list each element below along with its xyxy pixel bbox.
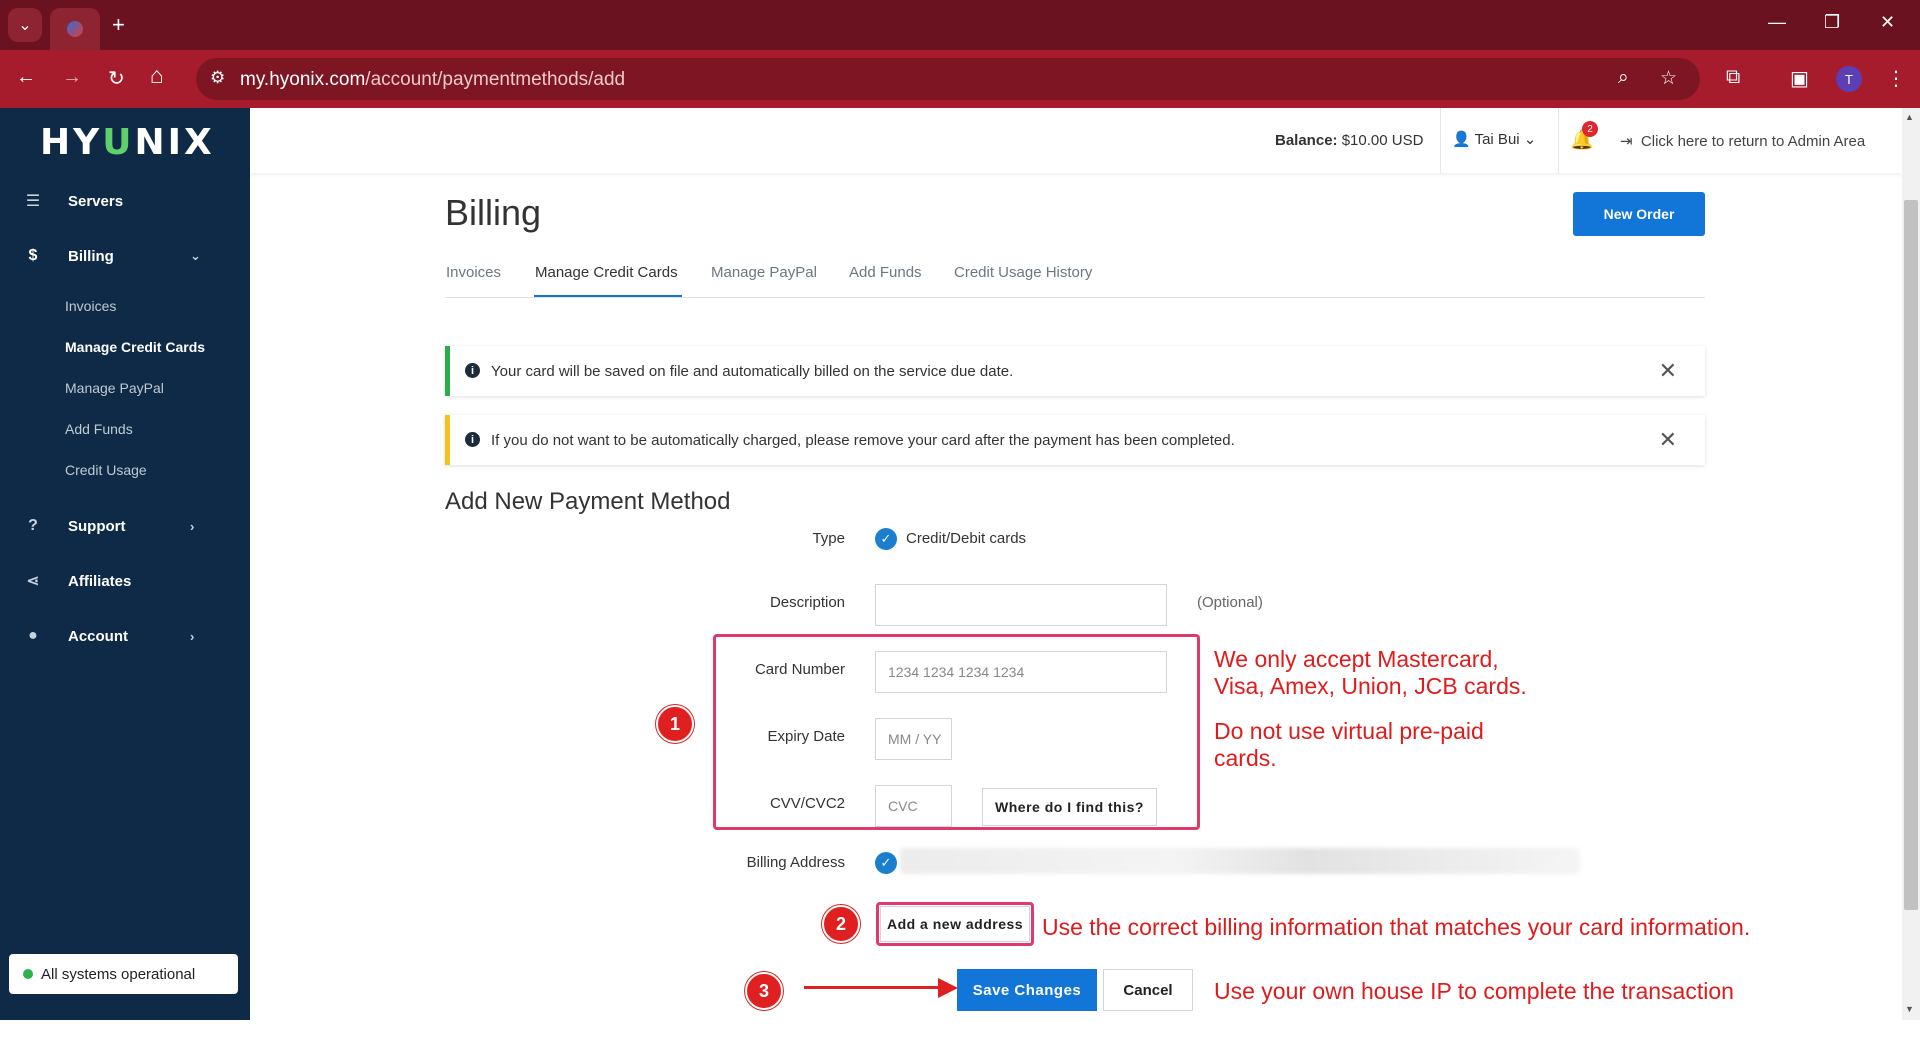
step-1-marker: 1 — [656, 705, 694, 743]
browser-tab-strip: ⌄ + — ❐ ✕ — [0, 0, 1920, 50]
servers-icon: ☰ — [25, 193, 41, 210]
note-house-ip: Use your own house IP to complete the tr… — [1214, 978, 1734, 1004]
bookmark-star-icon[interactable]: ☆ — [1660, 67, 1677, 90]
return-to-admin-link[interactable]: ⇥ Click here to return to Admin Area — [1620, 132, 1865, 150]
account-balance: Balance: $10.00 USD — [1275, 132, 1424, 149]
new-tab-button[interactable]: + — [112, 12, 125, 38]
maximize-button[interactable]: ❐ — [1824, 12, 1840, 33]
tab-add-funds[interactable]: Add Funds — [849, 264, 922, 281]
add-address-highlight — [876, 902, 1034, 946]
close-icon[interactable]: ✕ — [1659, 427, 1677, 453]
info-icon: i — [465, 432, 480, 447]
active-tab-indicator — [534, 295, 682, 297]
type-value: Credit/Debit cards — [906, 530, 1027, 547]
tab-invoices[interactable]: Invoices — [446, 264, 501, 281]
sidebar: HYUNIX ☰ Servers $ Billing ⌄ Invoices Ma… — [0, 108, 250, 1020]
cancel-button[interactable]: Cancel — [1103, 969, 1193, 1011]
note-billing-info: Use the correct billing information that… — [1042, 914, 1751, 940]
browser-menu-icon[interactable]: ⋮ — [1886, 66, 1906, 91]
type-selected-check-icon[interactable]: ✓ — [875, 528, 897, 550]
close-window-button[interactable]: ✕ — [1880, 12, 1895, 33]
extensions-icon[interactable]: ⧉ — [1726, 66, 1740, 89]
sidebar-item-billing[interactable]: $ Billing ⌄ — [0, 236, 250, 276]
address-bar[interactable]: ⚙ my.hyonix.com/account/paymentmethods/a… — [196, 58, 1700, 100]
notification-count-badge: 2 — [1582, 121, 1598, 137]
billing-address-selected-check-icon[interactable]: ✓ — [875, 852, 897, 874]
user-menu[interactable]: 👤 Tai Bui ⌄ — [1452, 130, 1536, 148]
info-icon: i — [465, 363, 480, 378]
top-header: Balance: $10.00 USD 👤 Tai Bui ⌄ 🔔 2 ⇥ Cl… — [250, 108, 1902, 173]
browser-tab[interactable] — [50, 8, 100, 50]
chevron-right-icon: › — [190, 628, 195, 644]
chevron-right-icon: › — [190, 518, 195, 534]
sign-out-icon: ⇥ — [1620, 133, 1633, 150]
sidebar-subitem-invoices[interactable]: Invoices — [65, 298, 116, 314]
scroll-up-arrow-icon[interactable]: ▲ — [1905, 112, 1914, 122]
status-dot-icon — [23, 969, 33, 979]
reload-button[interactable]: ↻ — [108, 66, 125, 91]
help-icon: ? — [28, 517, 38, 534]
share-icon: ⋖ — [26, 573, 40, 590]
tab-manage-paypal[interactable]: Manage PayPal — [711, 264, 817, 281]
sidebar-subitem-manage-paypal[interactable]: Manage PayPal — [65, 380, 164, 396]
minimize-button[interactable]: — — [1768, 12, 1786, 33]
home-button[interactable]: ⌂ — [150, 62, 164, 89]
scroll-down-arrow-icon[interactable]: ▼ — [1905, 1004, 1914, 1014]
description-optional-hint: (Optional) — [1197, 594, 1263, 611]
back-button[interactable]: ← — [16, 66, 36, 89]
sidebar-item-account[interactable]: ● Account › — [0, 616, 250, 656]
arrow-to-save — [804, 986, 939, 989]
tab-search-chevron-icon[interactable]: ⌄ — [8, 8, 42, 42]
tab-manage-credit-cards[interactable]: Manage Credit Cards — [535, 264, 678, 281]
billing-address-label: Billing Address — [746, 854, 845, 871]
section-title: Add New Payment Method — [445, 488, 731, 515]
new-order-button[interactable]: New Order — [1573, 192, 1705, 236]
dollar-icon: $ — [28, 247, 38, 264]
profile-avatar[interactable]: T — [1836, 66, 1862, 92]
forward-button[interactable]: → — [62, 66, 82, 89]
step-2-marker: 2 — [822, 905, 860, 943]
user-icon: 👤 — [1452, 131, 1471, 148]
hyonix-logo[interactable]: HYUNIX — [40, 122, 215, 163]
site-favicon-icon — [67, 21, 83, 37]
page-title: Billing — [445, 192, 542, 233]
header-divider — [1440, 108, 1441, 173]
site-settings-icon[interactable]: ⚙ — [210, 68, 225, 88]
browser-toolbar: ← → ↻ ⌂ ⚙ my.hyonix.com/account/paymentm… — [0, 50, 1920, 108]
tab-credit-usage-history[interactable]: Credit Usage History — [954, 264, 1092, 281]
blurred-address — [900, 848, 1580, 874]
sidebar-item-affiliates[interactable]: ⋖ Affiliates — [0, 561, 250, 601]
alert-remove-card-warning: i If you do not want to be automatically… — [445, 415, 1705, 465]
sidebar-subitem-manage-credit-cards[interactable]: Manage Credit Cards — [65, 339, 205, 355]
card-fields-highlight — [713, 634, 1200, 830]
page-bottom-edge — [0, 1020, 1920, 1052]
sidebar-item-support[interactable]: ? Support › — [0, 506, 250, 546]
user-icon: ● — [28, 627, 38, 644]
save-changes-button[interactable]: Save Changes — [957, 969, 1097, 1011]
description-label: Description — [769, 594, 845, 611]
sidebar-subitem-credit-usage[interactable]: Credit Usage — [65, 462, 147, 478]
close-icon[interactable]: ✕ — [1659, 358, 1677, 384]
scrollbar-thumb[interactable] — [1904, 200, 1918, 910]
sidebar-item-servers[interactable]: ☰ Servers — [0, 181, 250, 221]
side-panel-icon[interactable]: ▣ — [1790, 66, 1809, 91]
system-status-badge[interactable]: All systems operational — [9, 954, 238, 994]
header-divider — [1558, 108, 1559, 173]
zoom-search-icon[interactable]: ⌕ — [1618, 67, 1629, 89]
chevron-down-icon: ⌄ — [190, 248, 201, 263]
url-text: my.hyonix.com/account/paymentmethods/add — [240, 69, 626, 90]
note-accepted-cards: We only accept Mastercard, Visa, Amex, U… — [1214, 646, 1527, 771]
description-input[interactable] — [875, 584, 1167, 626]
sidebar-subitem-add-funds[interactable]: Add Funds — [65, 421, 133, 437]
chevron-down-icon: ⌄ — [1523, 131, 1537, 148]
type-label: Type — [812, 530, 845, 547]
alert-autobill-info: i Your card will be saved on file and au… — [445, 346, 1705, 396]
step-3-marker: 3 — [745, 972, 783, 1010]
arrow-head-icon — [938, 978, 958, 998]
